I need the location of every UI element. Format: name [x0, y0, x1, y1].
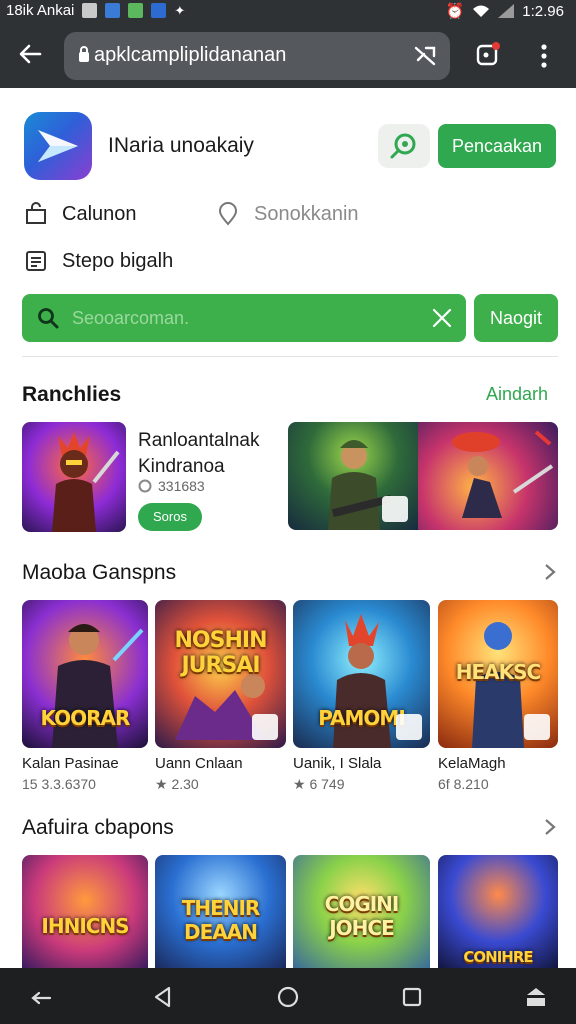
status-bar: 18ik Ankai ✦ ⏰ 1:2.96: [0, 0, 576, 24]
game-tile[interactable]: IHNICNS: [22, 855, 148, 968]
notification-icon: [105, 3, 121, 18]
game-name: Uanik, I Slala: [293, 755, 382, 772]
featured-title-line: Kindranoa: [138, 456, 225, 477]
status-time: 1:2.96: [522, 2, 564, 20]
download-icon: [138, 479, 152, 493]
play-badge-icon: [382, 496, 408, 522]
more-vert-icon[interactable]: [532, 42, 556, 70]
meta-label: Sonokkanin: [254, 202, 359, 225]
url-bar[interactable]: apklcampliplidananan: [64, 32, 450, 80]
game-name: Uann Cnlaan: [155, 755, 243, 772]
game-cover-title: THENIR DEAAN: [181, 896, 261, 944]
tabs-icon[interactable]: [474, 40, 502, 68]
screenshot-2[interactable]: [418, 422, 558, 530]
see-all-link[interactable]: Aindarh: [486, 384, 548, 405]
url-text[interactable]: apklcampliplidananan: [94, 44, 286, 67]
chevron-right-icon[interactable]: [542, 818, 558, 836]
nav-home-icon[interactable]: [275, 984, 301, 1010]
section-title-action: Aafuira cbapons: [22, 816, 174, 839]
arrow-left-icon[interactable]: [28, 984, 54, 1010]
bag-icon: [26, 202, 46, 224]
search-button[interactable]: Naogit: [474, 294, 558, 342]
game-meta: ★ 6 749: [293, 776, 345, 792]
meta-row-3: Stepo bigalh: [24, 249, 173, 273]
game-cover-title: IHNICNS: [41, 914, 129, 938]
game-tile[interactable]: THENIR DEAAN: [155, 855, 286, 968]
search-field[interactable]: Seooarcoman.: [22, 294, 466, 342]
game-cover-title: COGINI JOHCE: [324, 892, 400, 940]
carrier-label: 18ik Ankai: [6, 2, 75, 19]
divider: [22, 356, 558, 357]
document-icon: [26, 251, 46, 271]
search-input[interactable]: Seooarcoman.: [72, 308, 189, 329]
back-button[interactable]: [14, 40, 46, 72]
nav-back-icon[interactable]: [150, 984, 176, 1010]
download-count-text: 331683: [158, 478, 205, 494]
game-tile[interactable]: PAMOMI: [293, 600, 430, 748]
keyboard-icon[interactable]: [523, 984, 549, 1010]
system-nav-bar: [0, 968, 576, 1024]
screenshot-1[interactable]: [288, 422, 418, 530]
game-cover-title: HEAKSC: [455, 660, 541, 684]
featured-app-icon[interactable]: [22, 422, 126, 532]
game-cover-title: KOORAR: [40, 706, 131, 730]
lock-icon: [79, 46, 89, 62]
game-meta: 15 3.3.6370: [22, 776, 96, 792]
meta-row-2: Sonokkanin: [216, 202, 359, 226]
search-icon: [38, 308, 59, 329]
share-circle-icon: [390, 133, 416, 159]
notification-icon: [151, 3, 167, 18]
play-logo-icon: [38, 130, 78, 162]
arrow-left-icon: [19, 44, 42, 64]
meta-row-1: Calunon: [24, 202, 137, 226]
game-name: Kalan Pasinae: [22, 755, 119, 772]
download-count: 331683: [138, 478, 205, 494]
game-tile[interactable]: CONIHRE: [438, 855, 558, 968]
nav-recents-icon[interactable]: [399, 984, 425, 1010]
settings-icon: ✦: [174, 2, 186, 18]
game-cover-title: NOSHIN JURSAI: [174, 628, 268, 678]
alarm-icon: ⏰: [445, 3, 465, 20]
game-tile[interactable]: NOSHIN JURSAI: [155, 600, 286, 748]
game-tile[interactable]: HEAKSC: [438, 600, 558, 748]
game-meta-text: 6 749: [309, 776, 345, 792]
browser-toolbar: apklcampliplidananan: [0, 24, 576, 88]
location-icon: [218, 202, 238, 226]
play-badge-icon: [252, 714, 278, 740]
featured-item-title: Ranloantalnak Kindranoa: [138, 428, 259, 480]
notification-icon: [128, 3, 144, 18]
share-icon[interactable]: [412, 44, 438, 68]
app-logo: [24, 112, 92, 180]
notification-icon: [82, 3, 98, 18]
featured-title-line: Ranloantalnak: [138, 430, 260, 451]
app-title: INaria unoakaiy: [108, 134, 254, 157]
game-tile[interactable]: COGINI JOHCE: [293, 855, 430, 968]
runner-character-image: [452, 430, 554, 518]
section-title-featured: Ranchlies: [22, 383, 122, 406]
game-meta: 6f 8.210: [438, 776, 489, 792]
play-badge-icon: [524, 714, 550, 740]
signal-icon: [498, 4, 515, 18]
wifi-icon: [473, 5, 490, 17]
featured-action-button[interactable]: Soros: [138, 503, 202, 531]
game-cover-title: CONIHRE: [463, 948, 533, 966]
play-badge-icon: [396, 714, 422, 740]
section-title-popular: Maoba Ganspns: [22, 561, 177, 584]
ninja-character-image: [52, 432, 120, 532]
game-tile[interactable]: KOORAR: [22, 600, 148, 748]
close-icon[interactable]: [430, 306, 454, 330]
meta-label: Calunon: [62, 202, 137, 225]
game-meta: ★ 2.30: [155, 776, 199, 792]
chevron-right-icon[interactable]: [542, 563, 558, 581]
game-meta-text: 2.30: [171, 776, 199, 792]
game-name: KelaMagh: [438, 755, 506, 772]
wishlist-button[interactable]: [378, 124, 430, 168]
install-button[interactable]: Pencaakan: [438, 124, 556, 168]
meta-label: Stepo bigalh: [62, 249, 174, 272]
